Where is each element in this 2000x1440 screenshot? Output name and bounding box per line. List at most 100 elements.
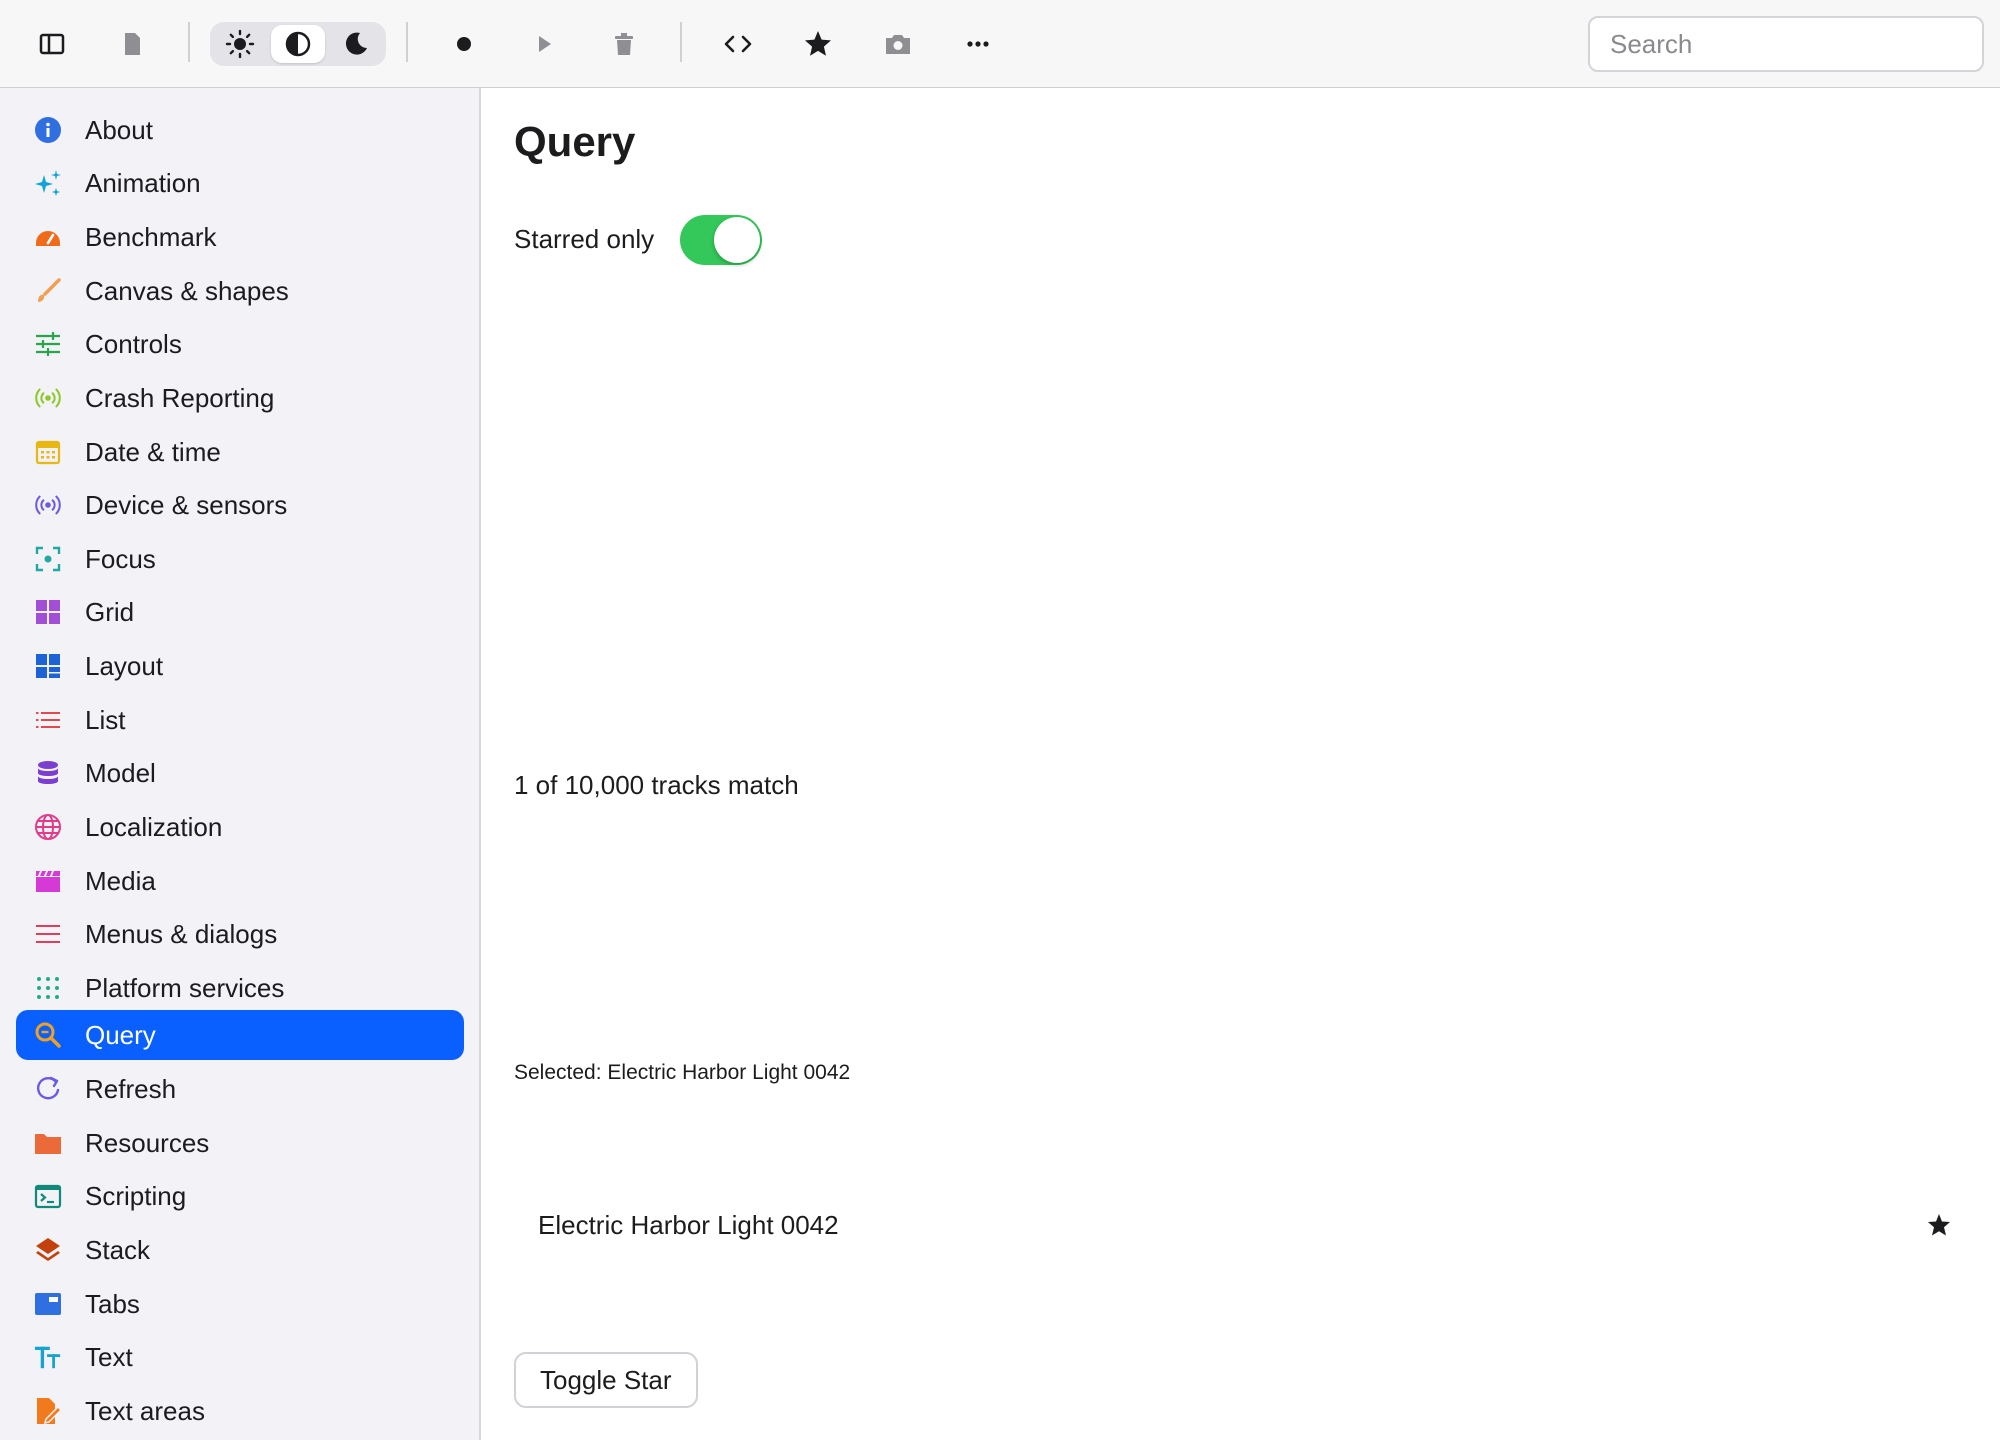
- sidebar-item-controls[interactable]: Controls: [16, 319, 464, 369]
- sidebar-item-focus[interactable]: Focus: [16, 534, 464, 584]
- gauge-icon: [34, 223, 62, 251]
- sidebar-item-text[interactable]: Text: [16, 1332, 464, 1382]
- broadcast-icon: [34, 384, 62, 412]
- sidebar-item-label: Tabs: [85, 1288, 140, 1319]
- brush-icon: [34, 277, 62, 305]
- sidebar-item-scripting[interactable]: Scripting: [16, 1171, 464, 1221]
- toolbar-divider: [680, 22, 682, 62]
- star-icon[interactable]: [794, 20, 842, 68]
- sidebar-item-label: Text: [85, 1341, 133, 1372]
- sidebar-item-label: About: [85, 114, 153, 145]
- sidebar-item-menus-dialogs[interactable]: Menus & dialogs: [16, 909, 464, 959]
- sidebar-item-model[interactable]: Model: [16, 748, 464, 798]
- sidebar-item-list[interactable]: List: [16, 695, 464, 745]
- sidebar-item-label: Grid: [85, 596, 135, 627]
- layout-icon: [34, 652, 62, 680]
- play-icon[interactable]: [520, 20, 568, 68]
- main-content: Query Starred only 1 of 10,000 tracks ma…: [483, 88, 2000, 1440]
- sidebar-item-platform-services[interactable]: Platform services: [16, 963, 464, 1013]
- sun-icon: [225, 29, 255, 59]
- sidebar-item-refresh[interactable]: Refresh: [16, 1064, 464, 1114]
- selected-track-text: Selected: Electric Harbor Light 0042: [514, 1061, 851, 1084]
- sidebar-item-crash-reporting[interactable]: Crash Reporting: [16, 373, 464, 423]
- sidebar-item-stack[interactable]: Stack: [16, 1225, 464, 1275]
- focus-icon: [34, 545, 62, 573]
- record-icon[interactable]: [440, 20, 488, 68]
- theme-light-button[interactable]: [213, 25, 267, 63]
- globe-icon: [34, 813, 62, 841]
- sidebar-item-label: Stack: [85, 1234, 151, 1265]
- terminal-icon: [34, 1182, 62, 1210]
- sidebar-item-device-sensors[interactable]: Device & sensors: [16, 480, 464, 530]
- sidebar-item-label: Controls: [85, 328, 182, 359]
- sidebar-item-label: Media: [85, 865, 156, 896]
- starred-only-label: Starred only: [514, 224, 655, 254]
- theme-auto-button[interactable]: [271, 25, 325, 63]
- toggle-star-button[interactable]: Toggle Star: [514, 1352, 698, 1408]
- match-count-text: 1 of 10,000 tracks match: [514, 770, 799, 800]
- layers-icon: [34, 1236, 62, 1264]
- info-icon: [34, 116, 62, 144]
- sidebar-item-label: Query: [85, 1019, 156, 1050]
- toolbar-divider: [406, 22, 408, 62]
- clapperboard-icon: [34, 867, 62, 895]
- page-title: Query: [514, 118, 636, 165]
- sidebar: About Animation Benchmark Canvas & shape…: [0, 88, 481, 1440]
- sidebar-item-label: Model: [85, 757, 156, 788]
- sidebar-item-query[interactable]: Query: [16, 1010, 464, 1060]
- trash-icon[interactable]: [600, 20, 648, 68]
- sidebar-item-date-time[interactable]: Date & time: [16, 427, 464, 477]
- search-input[interactable]: [1588, 16, 1984, 72]
- grid-icon: [34, 598, 62, 626]
- sidebar-item-label: Device & sensors: [85, 489, 288, 520]
- sidebar-item-label: Menus & dialogs: [85, 918, 278, 949]
- sidebar-item-label: Focus: [85, 543, 156, 574]
- sidebar-item-label: Refresh: [85, 1073, 177, 1104]
- sidebar-item-label: Date & time: [85, 436, 221, 467]
- camera-icon[interactable]: [874, 20, 922, 68]
- sidebar-item-localization[interactable]: Localization: [16, 802, 464, 852]
- database-icon: [34, 759, 62, 787]
- sidebar-item-layout[interactable]: Layout: [16, 641, 464, 691]
- sidebar-item-grid[interactable]: Grid: [16, 587, 464, 637]
- calendar-icon: [34, 438, 62, 466]
- toolbar-divider: [188, 22, 190, 62]
- more-icon[interactable]: [954, 20, 1002, 68]
- sidebar-item-about[interactable]: About: [16, 105, 464, 155]
- contrast-icon: [285, 31, 311, 57]
- sliders-icon: [34, 330, 62, 358]
- folder-icon: [34, 1129, 62, 1157]
- sidebar-item-label: Text areas: [85, 1395, 205, 1426]
- code-icon[interactable]: [714, 20, 762, 68]
- sidebar-item-label: Animation: [85, 167, 201, 198]
- sidebar-item-label: Crash Reporting: [85, 382, 275, 413]
- tabs-icon: [34, 1290, 62, 1318]
- dots-grid-icon: [34, 974, 62, 1002]
- sensor-icon: [34, 491, 62, 519]
- starred-icon: [1928, 1214, 1950, 1236]
- sidebar-item-animation[interactable]: Animation: [16, 158, 464, 208]
- sidebar-toggle-icon[interactable]: [28, 20, 76, 68]
- sidebar-item-label: List: [85, 704, 126, 735]
- sidebar-item-label: Scripting: [85, 1180, 187, 1211]
- document-icon[interactable]: [108, 20, 156, 68]
- list-icon: [34, 706, 62, 734]
- sidebar-item-text-areas[interactable]: Text areas: [16, 1386, 464, 1436]
- sidebar-item-benchmark[interactable]: Benchmark: [16, 212, 464, 262]
- toggle-knob: [714, 217, 760, 263]
- list-item[interactable]: Electric Harbor Light 0042: [514, 1194, 1952, 1256]
- sidebar-item-label: Platform services: [85, 972, 285, 1003]
- starred-only-toggle[interactable]: [680, 215, 762, 265]
- theme-segmented-control: [210, 22, 386, 66]
- sidebar-item-resources[interactable]: Resources: [16, 1118, 464, 1168]
- sidebar-item-tabs[interactable]: Tabs: [16, 1279, 464, 1329]
- toolbar: [0, 0, 2000, 88]
- sidebar-item-label: Localization: [85, 811, 223, 842]
- sidebar-item-media[interactable]: Media: [16, 856, 464, 906]
- sidebar-item-label: Benchmark: [85, 221, 217, 252]
- sparkles-icon: [34, 169, 62, 197]
- magnifier-icon: [34, 1021, 62, 1049]
- sidebar-item-label: Resources: [85, 1127, 210, 1158]
- theme-dark-button[interactable]: [329, 25, 383, 63]
- sidebar-item-canvas-shapes[interactable]: Canvas & shapes: [16, 266, 464, 316]
